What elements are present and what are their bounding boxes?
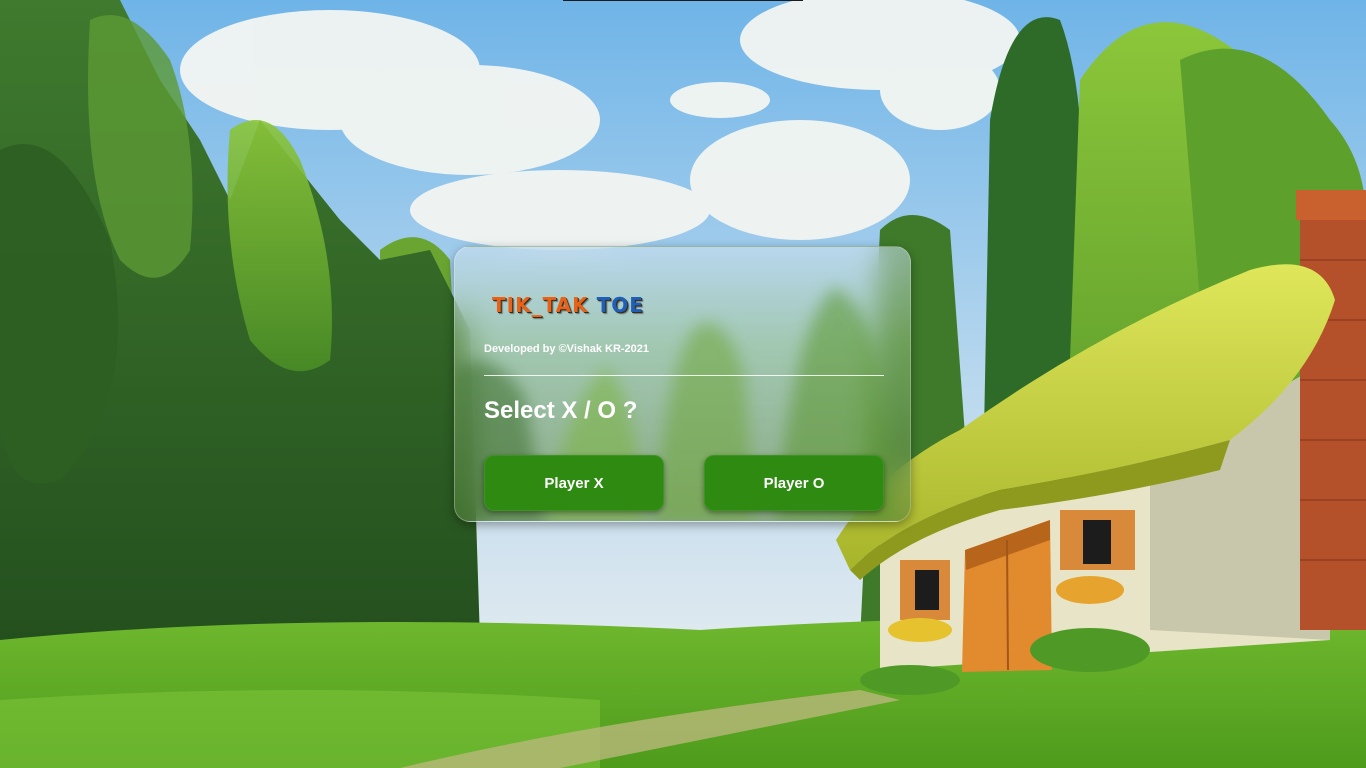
select-player-prompt: Select X / O ?	[484, 397, 638, 424]
logo-title-part2: TOE	[596, 293, 644, 317]
player-o-button[interactable]: Player O	[704, 455, 884, 511]
player-select-panel: TIK_TAK TOE Developed by ©Vishak KR-2021…	[454, 246, 911, 522]
developer-credit: Developed by ©Vishak KR-2021	[484, 343, 650, 355]
player-x-button[interactable]: Player X	[484, 455, 664, 511]
divider-line	[484, 375, 884, 376]
game-screen: TIK_TAK TOE Developed by ©Vishak KR-2021…	[0, 0, 1366, 768]
game-logo: TIK_TAK TOE	[492, 295, 644, 315]
logo-title-part1: TIK_TAK	[492, 293, 589, 317]
top-edge-bar	[563, 0, 803, 1]
